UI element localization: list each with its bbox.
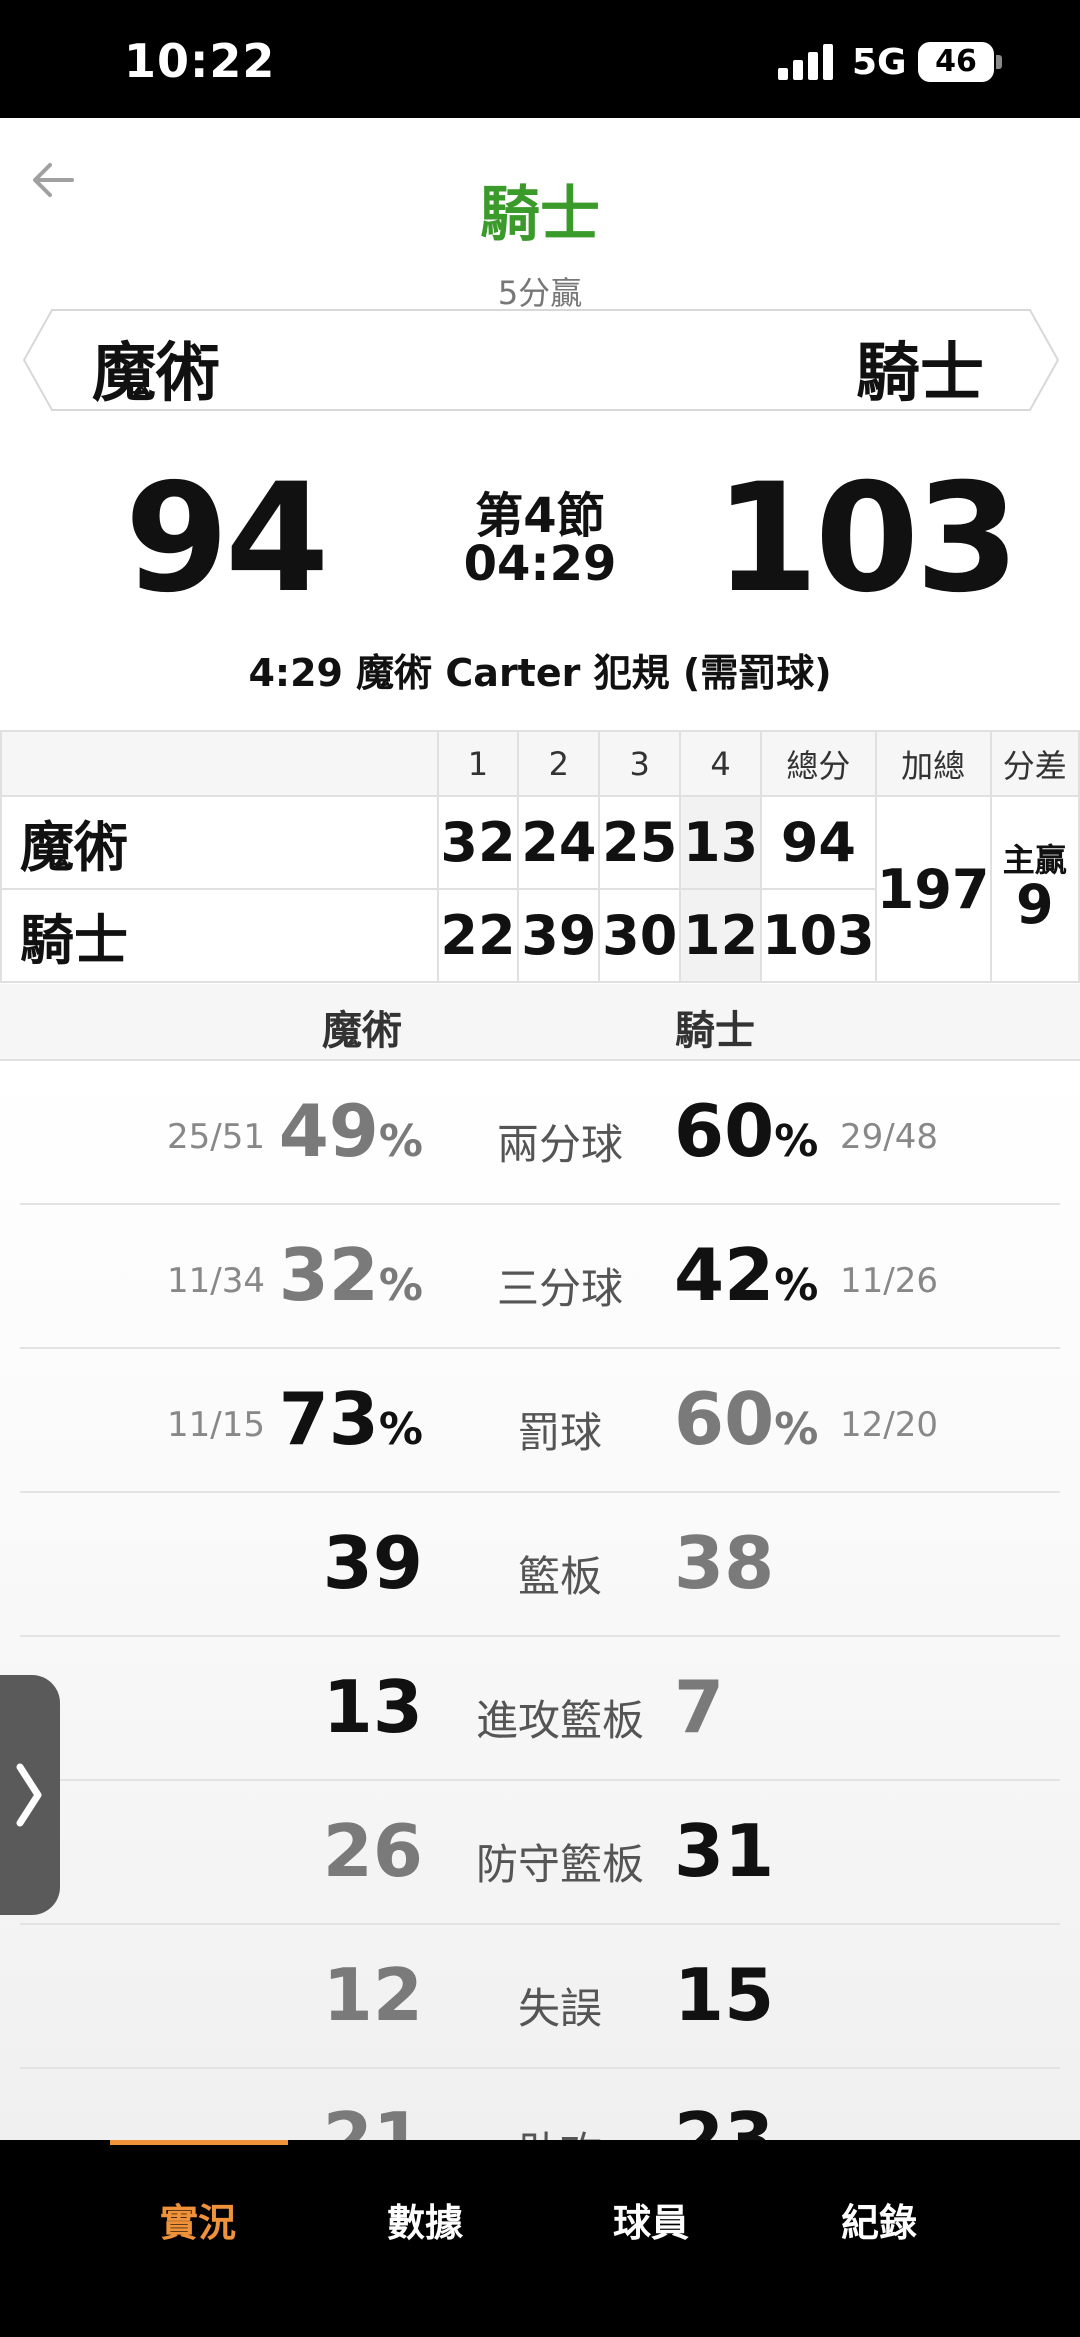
left-fraction: 25/51 (167, 1117, 265, 1157)
left-value: 21 (322, 2097, 423, 2141)
away-score: 94 (124, 452, 330, 626)
stat-row-turnovers: 12 失誤 15 (20, 1925, 1060, 2069)
stat-row-rebounds: 39 籃板 38 (20, 1493, 1060, 1637)
stat-row-offensive-rebounds: 13 進攻籃板 7 (20, 1637, 1060, 1781)
stat-row-free-throws: 11/15 73% 罰球 60% 12/20 (20, 1349, 1060, 1493)
stat-label: 籃板 (517, 1552, 602, 1601)
game-clock: 04:29 (463, 536, 617, 592)
tab-live[interactable]: 實況 (98, 2192, 298, 2247)
status-bar: 10:22 5G 46 (0, 0, 1080, 118)
point-diff: 主贏 9 (989, 795, 1080, 983)
game-detail-screen: 10:22 5G 46 騎士 5分贏 魔術 騎士 94 第4節 04:29 10… (0, 0, 1080, 2337)
diff-value: 9 (1015, 873, 1054, 937)
right-value: 15 (674, 1953, 775, 2037)
q3-score: 25 (598, 795, 682, 890)
q3-score: 30 (598, 888, 682, 983)
left-value: 49% (278, 1089, 423, 1173)
right-value: 23 (674, 2097, 775, 2141)
header-q1: 1 (436, 730, 520, 797)
header-diff: 分差 (989, 730, 1080, 797)
q1-score: 32 (436, 795, 520, 890)
stat-row-three-pointers: 11/34 32% 三分球 42% 11/26 (20, 1205, 1060, 1349)
diff-label: 主贏 (1002, 840, 1067, 879)
right-value: 60% (674, 1377, 819, 1461)
stats-comparison[interactable]: 25/51 49% 兩分球 60% 29/48 11/34 32% 三分球 42… (0, 1061, 1080, 2141)
header-sum: 加總 (874, 730, 992, 797)
status-time: 10:22 (124, 34, 276, 88)
stat-label: 罰球 (517, 1408, 602, 1457)
away-team-name[interactable]: 魔術 (92, 322, 220, 414)
stat-label: 兩分球 (496, 1120, 623, 1169)
latest-play: 4:29 魔術 Carter 犯規 (需罰球) (248, 651, 832, 695)
right-value: 31 (674, 1809, 775, 1893)
left-value: 13 (322, 1665, 423, 1749)
left-value: 12 (322, 1953, 423, 2037)
quarter-score-table: 1 2 3 4 總分 加總 分差 魔術 32 24 25 13 94 197 主… (0, 730, 1080, 983)
left-value: 32% (278, 1233, 423, 1317)
row-team: 魔術 (0, 795, 439, 890)
chevron-right-icon (16, 1763, 42, 1827)
tab-players[interactable]: 球員 (551, 2192, 751, 2247)
q4-score: 12 (679, 888, 763, 983)
header-q4: 4 (679, 730, 763, 797)
stat-label: 進攻籃板 (475, 1696, 644, 1745)
side-drawer-handle[interactable] (0, 1675, 60, 1915)
battery-nub (996, 55, 1002, 69)
row-team: 騎士 (0, 888, 439, 983)
total-score: 94 (760, 795, 877, 890)
tab-stats[interactable]: 數據 (325, 2192, 525, 2247)
stat-label: 助攻 (420, 2119, 700, 2141)
left-value: 39 (322, 1521, 423, 1605)
network-label: 5G (852, 42, 907, 83)
right-fraction: 29/48 (840, 1117, 938, 1157)
bottom-tab-bar: 實況 數據 球員 紀錄 (0, 2140, 1080, 2337)
combined-score: 197 (874, 795, 992, 983)
right-value: 7 (674, 1665, 725, 1749)
compare-right-team: 騎士 (675, 1008, 755, 1054)
total-score: 103 (760, 888, 877, 983)
left-value: 26 (322, 1809, 423, 1893)
q2-score: 39 (517, 888, 601, 983)
table-row: 魔術 32 24 25 13 94 197 主贏 9 (0, 795, 1080, 983)
right-fraction: 12/20 (840, 1405, 938, 1445)
q1-score: 22 (436, 888, 520, 983)
stat-row-two-pointers: 25/51 49% 兩分球 60% 29/48 (20, 1061, 1060, 1205)
home-team-name[interactable]: 騎士 (856, 322, 984, 414)
left-value: 73% (278, 1377, 423, 1461)
q4-score: 13 (679, 795, 763, 890)
active-tab-indicator (110, 2140, 288, 2145)
stat-label: 三分球 (496, 1264, 623, 1313)
tab-records[interactable]: 紀錄 (779, 2192, 979, 2247)
header-q3: 3 (598, 730, 682, 797)
compare-header: 魔術 騎士 (0, 984, 1080, 1061)
stat-label: 失誤 (517, 1984, 602, 2033)
right-value: 38 (674, 1521, 775, 1605)
right-value: 60% (674, 1089, 819, 1173)
battery-icon: 46 (918, 42, 994, 82)
right-value: 42% (674, 1233, 819, 1317)
stat-label: 防守籃板 (475, 1840, 644, 1889)
left-fraction: 11/15 (167, 1405, 265, 1445)
stat-row-assists: 21 助攻 23 (20, 2069, 1060, 2141)
signal-icon (778, 44, 836, 80)
header-q2: 2 (517, 730, 601, 797)
header-team (0, 730, 439, 797)
table-header-row: 1 2 3 4 總分 加總 分差 (0, 730, 1080, 797)
compare-left-team: 魔術 (322, 1008, 402, 1054)
stat-row-defensive-rebounds: 26 防守籃板 31 (20, 1781, 1060, 1925)
page-title: 騎士 (480, 180, 600, 250)
left-fraction: 11/34 (167, 1261, 265, 1301)
q2-score: 24 (517, 795, 601, 890)
right-fraction: 11/26 (840, 1261, 938, 1301)
home-score: 103 (714, 452, 1019, 626)
header-total: 總分 (760, 730, 877, 797)
